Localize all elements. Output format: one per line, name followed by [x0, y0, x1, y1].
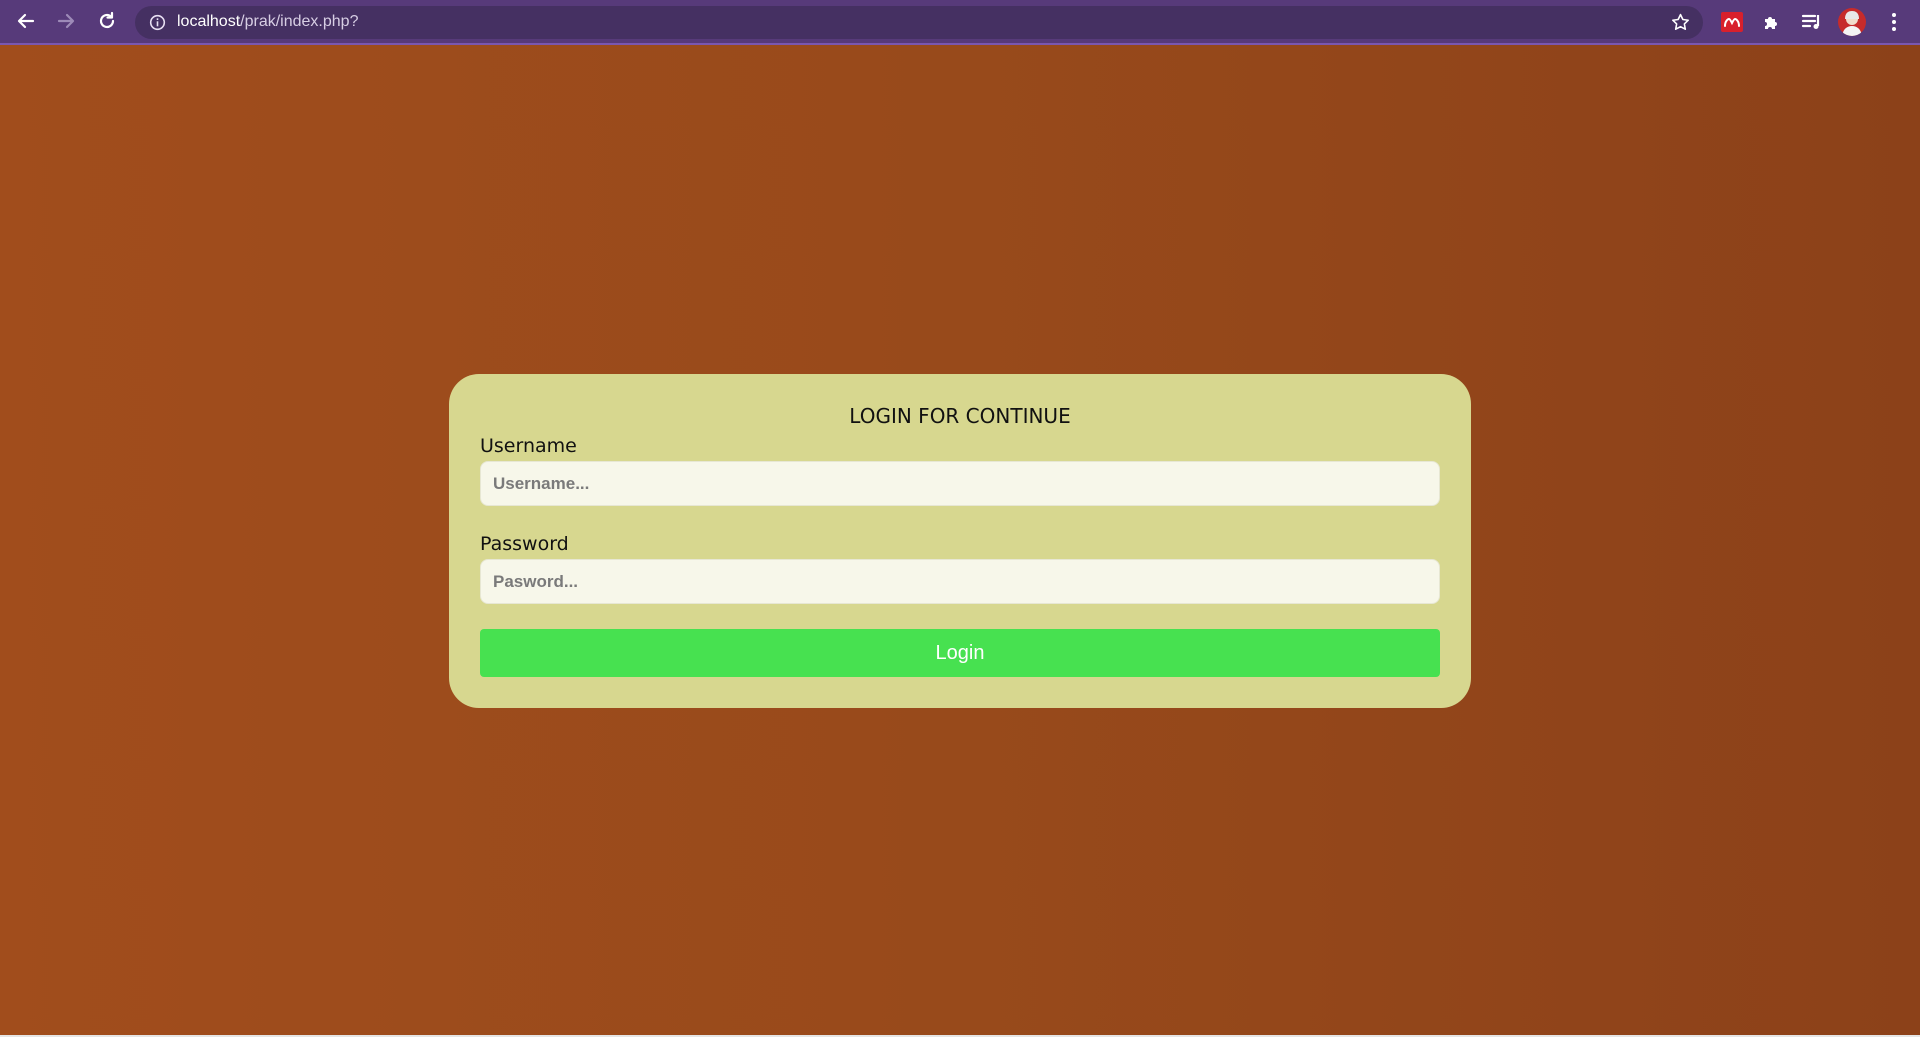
password-label: Password	[480, 533, 569, 555]
reload-icon[interactable]	[95, 9, 119, 33]
login-title: LOGIN FOR CONTINUE	[849, 404, 1071, 428]
reading-list-icon[interactable]	[1800, 10, 1824, 34]
info-icon[interactable]	[149, 14, 166, 31]
star-icon[interactable]	[1670, 12, 1691, 33]
login-button[interactable]: Login	[480, 629, 1440, 677]
username-label: Username	[480, 435, 577, 457]
url-host: localhost	[177, 13, 241, 30]
password-input[interactable]	[480, 559, 1440, 604]
address-bar[interactable]: localhost/prak/index.php?	[135, 6, 1703, 39]
avatar[interactable]	[1838, 8, 1866, 36]
url-text[interactable]: localhost/prak/index.php?	[177, 13, 358, 31]
login-card: LOGIN FOR CONTINUE Username Password Log…	[449, 374, 1471, 708]
browser-toolbar: localhost/prak/index.php?	[0, 0, 1920, 45]
puzzle-extensions-icon[interactable]	[1760, 10, 1784, 34]
back-arrow-icon[interactable]	[14, 9, 38, 33]
more-menu-icon[interactable]	[1882, 10, 1906, 34]
forward-arrow-icon[interactable]	[54, 9, 78, 33]
url-path: /prak/index.php?	[240, 13, 359, 30]
mendeley-extension-icon[interactable]	[1720, 10, 1744, 34]
username-input[interactable]	[480, 461, 1440, 506]
